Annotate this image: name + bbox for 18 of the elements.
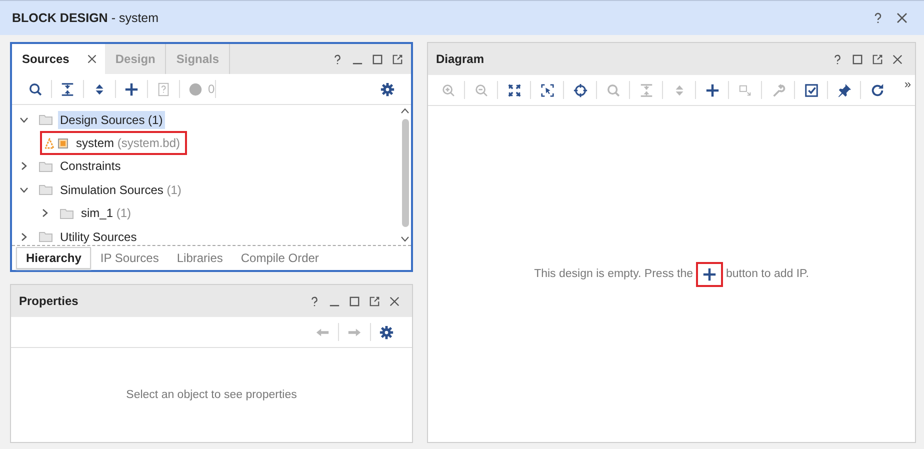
panel-title: Diagram <box>436 52 484 66</box>
empty-message: This design is empty. Press the <box>534 268 693 280</box>
window-title: BLOCK DESIGN - system <box>12 11 159 25</box>
tree-item[interactable]: system (system.bd) <box>40 131 188 156</box>
tree-item[interactable]: Constraints <box>34 154 128 178</box>
tree-item[interactable]: sim_1 (1) <box>55 201 138 226</box>
view-tab[interactable]: Compile Order <box>232 248 328 268</box>
tree-item[interactable]: Utility Sources <box>34 224 144 245</box>
tree-item[interactable]: Simulation Sources (1) <box>34 178 188 202</box>
view-tab[interactable]: IP Sources <box>91 248 168 268</box>
empty-message: button to add IP. <box>726 268 809 280</box>
empty-message: Select an object to see properties <box>126 389 297 401</box>
message-count: 0 <box>208 82 215 96</box>
panel-tab[interactable]: Sources <box>12 44 106 74</box>
panel-title: Properties <box>19 294 78 308</box>
view-tab[interactable]: Libraries <box>168 248 232 268</box>
more-tools-button[interactable]: » <box>904 77 911 91</box>
view-tab[interactable]: Hierarchy <box>16 247 92 269</box>
